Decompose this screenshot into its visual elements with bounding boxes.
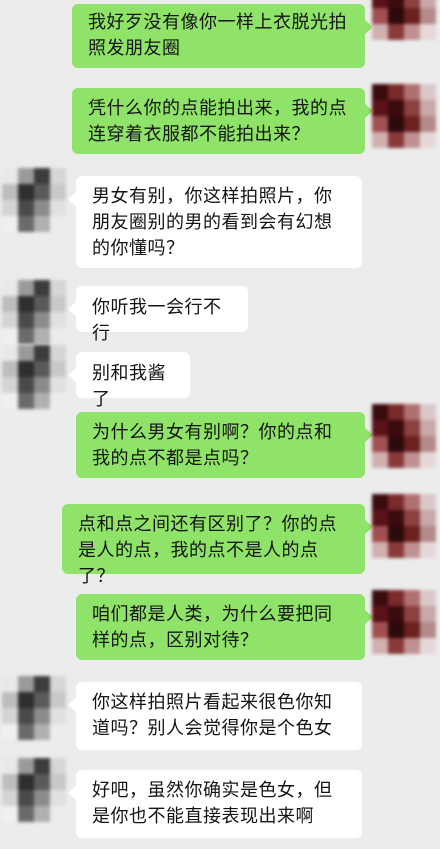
contact-avatar[interactable] — [2, 758, 66, 822]
received-message-bubble[interactable]: 你听我一会行不行 — [68, 286, 248, 344]
my-avatar[interactable] — [372, 590, 436, 654]
contact-avatar[interactable] — [2, 345, 66, 409]
message-text: 好吧，虽然你确实是色女，但是你也不能直接表现出来啊 — [92, 780, 333, 827]
sent-message-bubble[interactable]: 为什么男女有别啊？你的点和我的点不都是点吗？ — [76, 412, 373, 478]
chat-conversation: 我好歹没有像你一样上衣脱光拍照发朋友圈 凭什么你的点能拍出来，我的点连穿着衣服都… — [0, 0, 440, 849]
contact-avatar[interactable] — [2, 168, 66, 232]
sent-message-bubble[interactable]: 我好歹没有像你一样上衣脱光拍照发朋友圈 — [72, 4, 373, 68]
received-message-bubble[interactable]: 你这样拍照片看起来很色你知道吗？别人会觉得你是个色女 — [68, 682, 362, 750]
message-text: 点和点之间还有区别了？你的点是人的点，我的点不是人的点了？ — [78, 514, 337, 587]
message-text: 你听我一会行不行 — [92, 297, 222, 344]
my-avatar[interactable] — [372, 494, 436, 558]
message-text: 男女有别，你这样拍照片，你朋友圈别的男的看到会有幻想的你懂吗？ — [92, 186, 333, 259]
my-avatar[interactable] — [372, 404, 436, 468]
message-text: 我好歹没有像你一样上衣脱光拍照发朋友圈 — [88, 12, 347, 59]
contact-avatar[interactable] — [2, 280, 66, 344]
sent-message-bubble[interactable]: 咱们都是人类，为什么要把同样的点，区别对待？ — [76, 594, 373, 660]
received-message-bubble[interactable]: 好吧，虽然你确实是色女，但是你也不能直接表现出来啊 — [68, 770, 362, 838]
sent-message-bubble[interactable]: 凭什么你的点能拍出来，我的点连穿着衣服都不能拍出来？ — [72, 88, 373, 154]
sent-message-bubble[interactable]: 点和点之间还有区别了？你的点是人的点，我的点不是人的点了？ — [62, 504, 373, 587]
message-text: 为什么男女有别啊？你的点和我的点不都是点吗？ — [92, 422, 333, 469]
message-text: 你这样拍照片看起来很色你知道吗？别人会觉得你是个色女 — [92, 692, 333, 739]
received-message-bubble[interactable]: 别和我酱了 — [68, 352, 190, 410]
message-text: 凭什么你的点能拍出来，我的点连穿着衣服都不能拍出来？ — [88, 98, 347, 145]
contact-avatar[interactable] — [2, 676, 66, 740]
received-message-bubble[interactable]: 男女有别，你这样拍照片，你朋友圈别的男的看到会有幻想的你懂吗？ — [68, 176, 362, 268]
my-avatar[interactable] — [372, 84, 436, 148]
message-text: 咱们都是人类，为什么要把同样的点，区别对待？ — [92, 604, 333, 651]
message-text: 别和我酱了 — [92, 363, 166, 410]
my-avatar[interactable] — [372, 0, 436, 40]
